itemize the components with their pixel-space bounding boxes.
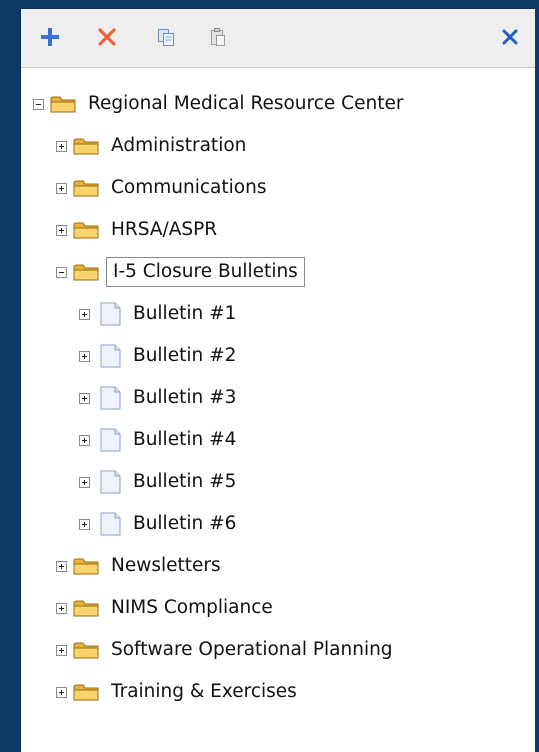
paste-button[interactable] <box>205 24 231 50</box>
folder-icon <box>73 642 99 659</box>
folder-node-i5-closure-bulletins[interactable]: I-5 Closure Bulletins <box>56 257 305 287</box>
document-node-bulletin-2[interactable]: Bulletin #2 <box>79 342 239 370</box>
folder-icon <box>73 222 99 239</box>
expand-toggle[interactable] <box>79 434 90 446</box>
tree-panel: Regional Medical Resource Center Adminis… <box>20 8 535 752</box>
document-icon <box>100 344 121 368</box>
document-icon <box>100 512 121 536</box>
copy-icon <box>158 29 174 46</box>
tree-node-label: HRSA/ASPR <box>111 219 218 240</box>
folder-node-software-operational-planning[interactable]: Software Operational Planning <box>56 636 396 664</box>
folder-node-newsletters[interactable]: Newsletters <box>56 552 224 580</box>
tree-node-label: Communications <box>111 177 267 198</box>
document-icon <box>100 302 121 326</box>
expand-toggle[interactable] <box>79 308 90 320</box>
paste-icon <box>211 28 225 46</box>
tree-node-label: Bulletin #1 <box>133 303 237 324</box>
app-frame: Regional Medical Resource Center Adminis… <box>0 0 539 752</box>
folder-node-administration[interactable]: Administration <box>56 132 249 160</box>
copy-button[interactable] <box>153 24 179 50</box>
document-icon <box>100 470 121 494</box>
delete-button[interactable] <box>94 24 120 50</box>
expand-toggle[interactable] <box>56 602 67 614</box>
folder-node-hrsa-aspr[interactable]: HRSA/ASPR <box>56 216 220 244</box>
folder-icon <box>73 600 99 617</box>
document-icon <box>100 428 121 452</box>
folder-node-training-exercises[interactable]: Training & Exercises <box>56 678 300 706</box>
tree-node-label: Administration <box>111 135 247 156</box>
delete-x-icon <box>98 28 116 46</box>
expand-toggle[interactable] <box>79 350 90 362</box>
tree-node-label: Bulletin #2 <box>133 345 237 366</box>
expand-toggle[interactable] <box>56 560 67 572</box>
add-button[interactable] <box>37 24 63 50</box>
tree-node-label: NIMS Compliance <box>111 597 273 618</box>
tree-node-label: Training & Exercises <box>111 681 297 702</box>
tree-node-label: Bulletin #5 <box>133 471 237 492</box>
folder-icon <box>73 138 99 155</box>
folder-icon <box>73 684 99 701</box>
folder-icon <box>73 558 99 575</box>
document-node-bulletin-6[interactable]: Bulletin #6 <box>79 510 239 538</box>
tree-node-label: Bulletin #6 <box>133 513 237 534</box>
expand-toggle[interactable] <box>79 476 90 488</box>
tree-node-label: Software Operational Planning <box>111 639 393 660</box>
tree-node-label-selected[interactable]: I-5 Closure Bulletins <box>106 257 305 287</box>
folder-node-nims-compliance[interactable]: NIMS Compliance <box>56 594 276 622</box>
folder-icon <box>73 180 99 197</box>
document-icon <box>100 386 121 410</box>
expand-toggle[interactable] <box>56 182 67 194</box>
tree-node-label: Newsletters <box>111 555 221 576</box>
expand-toggle[interactable] <box>56 140 67 152</box>
expand-toggle[interactable] <box>56 686 67 698</box>
close-icon <box>502 29 518 45</box>
expand-toggle[interactable] <box>56 644 67 656</box>
toolbar <box>21 9 535 68</box>
tree-node-label: Bulletin #4 <box>133 429 237 450</box>
folder-icon <box>73 264 99 281</box>
expand-toggle[interactable] <box>79 518 90 530</box>
document-node-bulletin-3[interactable]: Bulletin #3 <box>79 384 239 412</box>
expand-toggle[interactable] <box>79 392 90 404</box>
document-node-bulletin-5[interactable]: Bulletin #5 <box>79 468 239 496</box>
document-node-bulletin-1[interactable]: Bulletin #1 <box>79 300 239 328</box>
close-button[interactable] <box>497 24 523 50</box>
collapse-toggle[interactable] <box>33 98 44 110</box>
expand-toggle[interactable] <box>56 224 67 236</box>
folder-node-communications[interactable]: Communications <box>56 174 269 202</box>
plus-icon <box>41 28 59 46</box>
tree-node-root[interactable]: Regional Medical Resource Center <box>33 90 406 118</box>
collapse-toggle[interactable] <box>56 266 67 278</box>
tree-node-label: Regional Medical Resource Center <box>88 93 404 114</box>
folder-open-icon <box>50 96 76 113</box>
tree-node-label: Bulletin #3 <box>133 387 237 408</box>
document-node-bulletin-4[interactable]: Bulletin #4 <box>79 426 239 454</box>
